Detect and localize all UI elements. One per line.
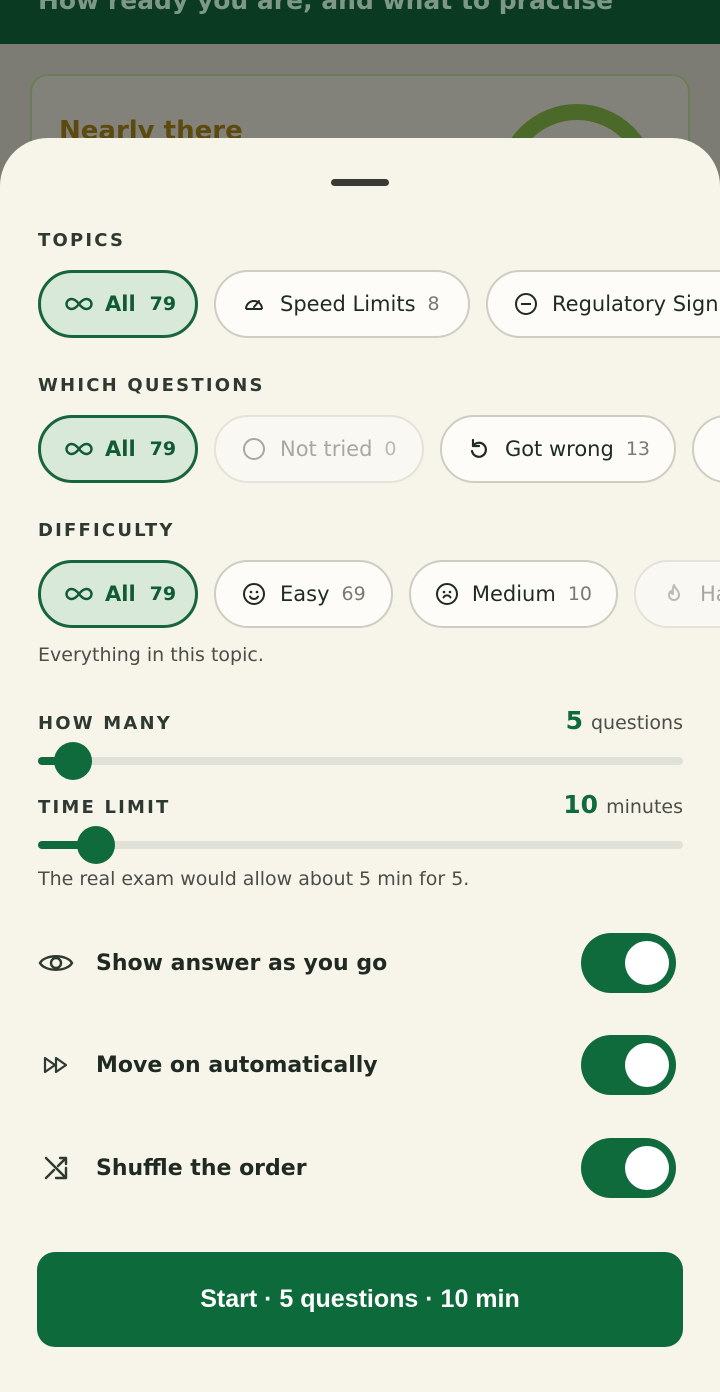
- how-many-number: 5: [565, 706, 583, 735]
- background-header: How ready you are, and what to practise: [0, 0, 720, 44]
- difficulty-helper-text: Everything in this topic.: [38, 644, 264, 666]
- shuffle-icon: [38, 1150, 74, 1186]
- time-limit-slider-thumb[interactable]: [77, 826, 116, 864]
- question-chip-all[interactable]: All 79: [38, 415, 198, 483]
- how-many-label: HOW MANY: [38, 713, 173, 734]
- how-many-unit: questions: [591, 712, 683, 734]
- neutral-face-icon: [435, 580, 460, 608]
- time-limit-value: 10 minutes: [563, 790, 683, 819]
- switch-knob: [625, 1146, 669, 1190]
- infinity-icon: [65, 435, 93, 463]
- topics-section-title: TOPICS: [38, 230, 126, 251]
- minus-circle-icon: [512, 290, 540, 318]
- which-questions-chip-row: All 79 Not tried 0 Got wrong 13: [38, 415, 720, 483]
- question-chip-got-wrong[interactable]: Got wrong 13: [440, 415, 676, 483]
- how-many-slider[interactable]: [38, 742, 683, 780]
- difficulty-chip-all[interactable]: All 79: [38, 560, 198, 628]
- time-limit-slider[interactable]: [38, 826, 683, 864]
- shuffle-switch[interactable]: [581, 1138, 676, 1198]
- toggle-label: Show answer as you go: [96, 950, 388, 976]
- question-chip-label: All: [105, 437, 136, 461]
- topic-chip-count: 8: [427, 293, 440, 315]
- difficulty-chip-label: All: [105, 582, 136, 606]
- time-limit-label: TIME LIMIT: [38, 797, 171, 818]
- time-limit-number: 10: [563, 790, 599, 819]
- difficulty-chip-count: 79: [149, 583, 177, 605]
- practice-options-sheet: TOPICS All 79 Speed Limits 8 Regulatory …: [0, 138, 720, 1392]
- smile-icon: [240, 580, 268, 608]
- background-header-text: How ready you are, and what to practise: [38, 0, 614, 15]
- topic-chip-regulatory-signs[interactable]: Regulatory Sign: [486, 270, 720, 338]
- topic-chip-all[interactable]: All 79: [38, 270, 198, 338]
- time-limit-helper-text: The real exam would allow about 5 min fo…: [38, 868, 470, 890]
- difficulty-chip-count: 69: [341, 583, 366, 605]
- toggle-row-show-answer[interactable]: Show answer as you go: [38, 933, 683, 993]
- topic-chip-speed-limits[interactable]: Speed Limits 8: [214, 270, 470, 338]
- how-many-slider-thumb[interactable]: [54, 742, 93, 780]
- question-chip-more[interactable]: [692, 415, 720, 483]
- show-answer-switch[interactable]: [581, 933, 676, 993]
- how-many-value: 5 questions: [566, 706, 683, 735]
- switch-knob: [625, 1043, 669, 1087]
- difficulty-chip-easy[interactable]: Easy 69: [214, 560, 393, 628]
- sheet-drag-handle[interactable]: [331, 179, 389, 186]
- difficulty-chip-hard[interactable]: Ha: [634, 560, 720, 628]
- circle-icon: [240, 435, 268, 463]
- difficulty-chip-count: 10: [567, 583, 592, 605]
- topics-chip-row: All 79 Speed Limits 8 Regulatory Sign: [38, 270, 720, 338]
- question-chip-label: Got wrong: [504, 437, 614, 461]
- difficulty-chip-label: Ha: [700, 582, 720, 606]
- auto-advance-switch[interactable]: [581, 1035, 676, 1095]
- difficulty-chip-label: Medium: [471, 582, 556, 606]
- speedometer-icon: [240, 290, 268, 318]
- toggle-row-auto-advance[interactable]: Move on automatically: [38, 1035, 683, 1095]
- question-chip-label: Not tried: [280, 437, 373, 461]
- topic-chip-count: 79: [149, 293, 177, 315]
- fast-forward-icon: [38, 1047, 74, 1083]
- time-limit-unit: minutes: [606, 796, 683, 818]
- question-chip-count: 0: [384, 438, 397, 460]
- flame-icon: [660, 580, 688, 608]
- question-chip-count: 13: [625, 438, 650, 460]
- difficulty-section-title: DIFFICULTY: [38, 520, 175, 541]
- eye-icon: [38, 945, 74, 981]
- topic-chip-label: Regulatory Sign: [552, 292, 719, 316]
- which-questions-section-title: WHICH QUESTIONS: [38, 375, 265, 396]
- infinity-icon: [65, 580, 93, 608]
- toggle-label: Move on automatically: [96, 1052, 378, 1078]
- topic-chip-label: All: [105, 292, 136, 316]
- difficulty-chip-label: Easy: [280, 582, 330, 606]
- question-chip-not-tried[interactable]: Not tried 0: [214, 415, 424, 483]
- question-chip-count: 79: [149, 438, 177, 460]
- difficulty-chip-row: All 79 Easy 69 Medium 10 Ha: [38, 560, 720, 628]
- toggle-row-shuffle[interactable]: Shuffle the order: [38, 1138, 683, 1198]
- switch-knob: [625, 941, 669, 985]
- toggle-label: Shuffle the order: [96, 1155, 307, 1181]
- difficulty-chip-medium[interactable]: Medium 10: [409, 560, 618, 628]
- topic-chip-label: Speed Limits: [280, 292, 416, 316]
- start-practice-button[interactable]: Start · 5 questions · 10 min: [37, 1252, 683, 1347]
- infinity-icon: [65, 290, 93, 318]
- retry-icon: [466, 435, 493, 463]
